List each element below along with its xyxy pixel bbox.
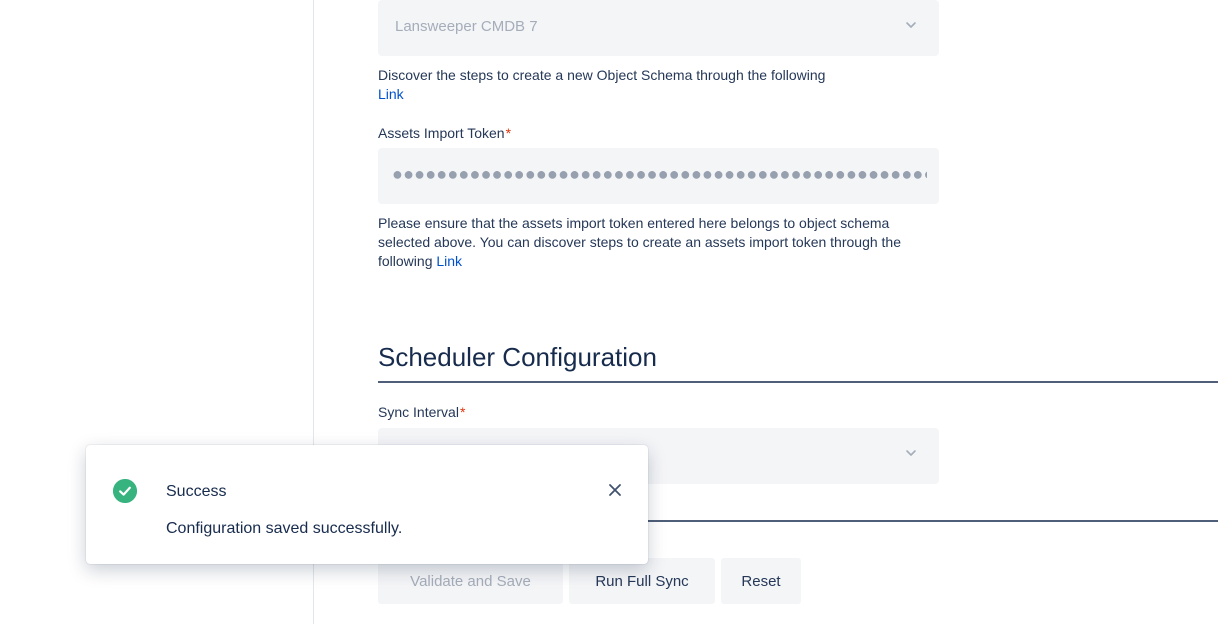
sync-interval-label-text: Sync Interval [378, 404, 459, 420]
toast-message: Configuration saved successfully. [166, 520, 403, 537]
success-toast: Success Configuration saved successfully… [86, 445, 648, 564]
token-label-text: Assets Import Token [378, 125, 505, 141]
toast-title: Success [166, 483, 227, 500]
object-schema-select[interactable]: Lansweeper CMDB 7 [378, 0, 939, 56]
schema-help-link[interactable]: Link [378, 86, 404, 102]
required-marker: * [505, 125, 512, 141]
token-label: Assets Import Token* [378, 125, 511, 141]
required-marker: * [459, 404, 466, 420]
validate-and-save-button[interactable]: Validate and Save [378, 558, 563, 604]
chevron-down-icon [906, 450, 916, 456]
sync-interval-label: Sync Interval* [378, 404, 465, 420]
object-schema-value: Lansweeper CMDB 7 [395, 18, 538, 35]
close-icon[interactable] [608, 483, 622, 497]
reset-button[interactable]: Reset [721, 558, 801, 604]
chevron-down-icon [906, 22, 916, 28]
section-divider [378, 381, 1218, 383]
scheduler-section-title: Scheduler Configuration [378, 342, 657, 372]
token-help-link[interactable]: Link [436, 253, 462, 269]
assets-import-token-input[interactable]: ●●●●●●●●●●●●●●●●●●●●●●●●●●●●●●●●●●●●●●●●… [378, 148, 939, 204]
token-help-text: Please ensure that the assets import tok… [378, 214, 938, 271]
run-full-sync-button[interactable]: Run Full Sync [569, 558, 715, 604]
check-circle-icon [113, 479, 137, 503]
schema-help-copy: Discover the steps to create a new Objec… [378, 67, 826, 83]
token-masked-value: ●●●●●●●●●●●●●●●●●●●●●●●●●●●●●●●●●●●●●●●●… [392, 164, 927, 184]
schema-help-text: Discover the steps to create a new Objec… [378, 66, 938, 104]
